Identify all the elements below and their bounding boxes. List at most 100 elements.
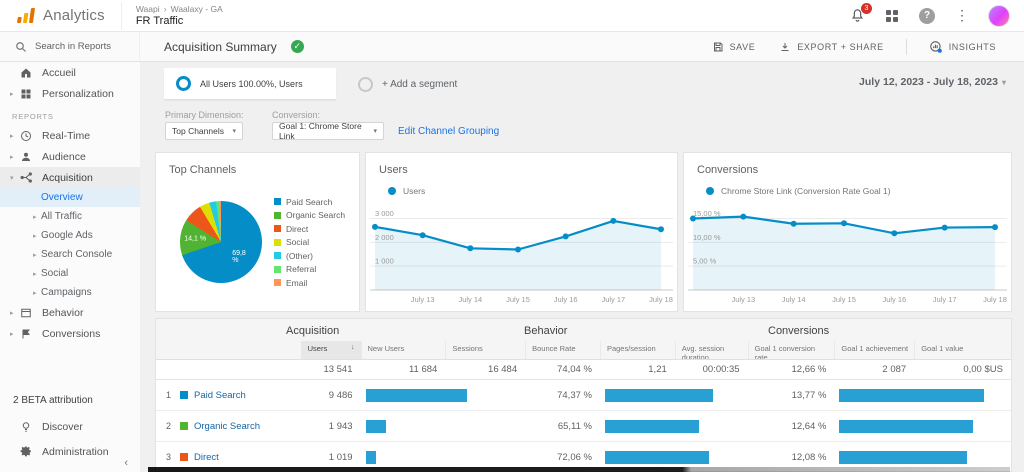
breadcrumb-property[interactable]: Waalaxy - GA bbox=[171, 4, 223, 14]
column-header-users[interactable]: Users ↓ bbox=[300, 341, 361, 359]
legend-item-organic-search[interactable]: Organic Search bbox=[274, 209, 345, 223]
view-name[interactable]: FR Traffic bbox=[136, 15, 223, 27]
breadcrumb[interactable]: Waapi › Waalaxy - GA FR Traffic bbox=[120, 1, 223, 30]
legend-item-paid-search[interactable]: Paid Search bbox=[274, 195, 345, 209]
legend-label: Direct bbox=[286, 223, 309, 234]
help-icon[interactable]: ? bbox=[918, 7, 936, 25]
add-segment-button[interactable]: + Add a segment bbox=[346, 68, 476, 100]
sidebar-item-overview[interactable]: Overview bbox=[0, 188, 140, 207]
column-header-pages-session[interactable]: Pages/session bbox=[599, 341, 675, 359]
goal-rate-bar bbox=[839, 419, 973, 433]
sidebar-item-search-console[interactable]: ▸ Search Console bbox=[0, 245, 140, 264]
insights-button[interactable]: INSIGHTS bbox=[921, 36, 1004, 58]
conversions-legend: Chrome Store Link (Conversion Rate Goal … bbox=[684, 176, 1011, 196]
svg-text:July 16: July 16 bbox=[882, 295, 906, 304]
table-row-organic-search: 2 Organic Search 1 943 65,11 % 12,64 % bbox=[156, 411, 1011, 442]
segment-all-users[interactable]: All Users 100.00%, Users bbox=[164, 68, 336, 100]
chevron-right-icon[interactable]: ▸ bbox=[33, 251, 41, 259]
channel-link[interactable]: Paid Search bbox=[194, 390, 246, 401]
chevron-right-icon[interactable]: ▸ bbox=[33, 289, 41, 297]
sidebar-item-label: Social bbox=[41, 268, 69, 279]
chevron-right-icon[interactable]: ▸ bbox=[10, 153, 19, 161]
segment-detail: 100.00%, Users bbox=[238, 78, 303, 89]
users-bar-track bbox=[361, 450, 526, 464]
users-bar bbox=[365, 388, 468, 402]
date-range-picker[interactable]: July 12, 2023 - July 18, 2023 ▾ bbox=[859, 76, 1006, 88]
column-header-new-users[interactable]: New Users bbox=[360, 341, 446, 359]
column-header-goal-1-value[interactable]: Goal 1 value bbox=[914, 341, 1011, 359]
channels-pie-chart[interactable]: 69,8 % 14,1 % bbox=[180, 201, 262, 283]
collapse-sidebar-icon[interactable]: ‹ bbox=[124, 457, 128, 469]
notifications-bell-icon[interactable]: 3 bbox=[848, 2, 872, 25]
beta-attribution-label[interactable]: 2 BETA attribution bbox=[0, 387, 140, 416]
column-header-bounce-rate[interactable]: Bounce Rate bbox=[525, 341, 600, 359]
sidebar-item-personalization[interactable]: ▸ Personalization bbox=[0, 83, 140, 104]
bounce-rate-value: 65,11 % bbox=[557, 420, 592, 432]
sidebar-item-administration[interactable]: Administration bbox=[0, 441, 140, 462]
channel-link[interactable]: Organic Search bbox=[194, 421, 260, 432]
column-header-sessions[interactable]: Sessions bbox=[445, 341, 525, 359]
legend-item-email[interactable]: Email bbox=[274, 276, 345, 290]
column-header-goal-1-conversion-rate[interactable]: Goal 1 conversion rate bbox=[747, 341, 835, 359]
goal-rate-bar-track bbox=[834, 450, 1011, 464]
more-options-icon[interactable]: ⋮ bbox=[953, 7, 971, 25]
sidebar-item-behavior[interactable]: ▸ Behavior bbox=[0, 302, 140, 323]
sidebar-item-label: Acquisition bbox=[42, 171, 93, 184]
search-placeholder: Search in Reports bbox=[35, 41, 112, 52]
sidebar-item-audience[interactable]: ▸ Audience bbox=[0, 146, 140, 167]
chevron-right-icon[interactable]: ▸ bbox=[10, 132, 19, 140]
chevron-right-icon[interactable]: ▸ bbox=[10, 90, 19, 98]
sidebar-item-acquisition[interactable]: ▾ Acquisition bbox=[0, 167, 140, 188]
column-header-avg-session-duration[interactable]: Avg. session duration bbox=[674, 341, 748, 359]
channel-link[interactable]: Direct bbox=[194, 452, 219, 463]
person-icon bbox=[19, 150, 33, 164]
legend-item-social[interactable]: Social bbox=[274, 236, 345, 250]
channels-table: Acquisition Behavior Conversions Users ↓ New… bbox=[155, 318, 1012, 472]
channel-label: 1 Paid Search bbox=[156, 390, 301, 401]
table-column-header: Users ↓ New Users Sessions Bounce Rate Pages/… bbox=[156, 341, 1011, 360]
total-sessions: 16 484 bbox=[488, 364, 518, 375]
primary-dimension-select[interactable]: Top Channels ▾ bbox=[165, 122, 243, 140]
insights-icon bbox=[929, 40, 942, 53]
report-toolbar: Search in Reports Acquisition Summary ✓ … bbox=[0, 32, 1024, 62]
column-header-goal-1-achievement[interactable]: Goal 1 achievement bbox=[834, 341, 914, 359]
caret-down-icon: ▾ bbox=[373, 128, 377, 135]
row-rank: 3 bbox=[166, 452, 172, 462]
sidebar-item-accueil[interactable]: Accueil bbox=[0, 62, 140, 83]
chevron-right-icon[interactable]: ▸ bbox=[33, 232, 41, 240]
sidebar-item-campaigns[interactable]: ▸ Campaigns bbox=[0, 283, 140, 302]
edit-channel-grouping-link[interactable]: Edit Channel Grouping bbox=[398, 126, 499, 137]
search-input[interactable]: Search in Reports bbox=[0, 32, 140, 61]
apps-grid-icon[interactable] bbox=[883, 7, 901, 25]
sidebar-item-real-time[interactable]: ▸ Real-Time bbox=[0, 125, 140, 146]
sidebar-item-label: Campaigns bbox=[41, 287, 92, 298]
legend-label: Social bbox=[286, 237, 310, 248]
sort-desc-icon: ↓ bbox=[351, 344, 355, 351]
sidebar-item-conversions[interactable]: ▸ Conversions bbox=[0, 323, 140, 344]
svg-text:July 15: July 15 bbox=[832, 295, 856, 304]
goal-rate-bar bbox=[839, 388, 985, 402]
chevron-down-icon[interactable]: ▾ bbox=[10, 174, 19, 182]
sidebar-item-google-ads[interactable]: ▸ Google Ads bbox=[0, 226, 140, 245]
chevron-right-icon[interactable]: ▸ bbox=[33, 213, 41, 221]
legend-item-direct[interactable]: Direct bbox=[274, 222, 345, 236]
sidebar-item-social[interactable]: ▸ Social bbox=[0, 264, 140, 283]
legend-item-other[interactable]: (Other) bbox=[274, 249, 345, 263]
breadcrumb-account[interactable]: Waapi bbox=[136, 4, 160, 14]
legend-item-referral[interactable]: Referral bbox=[274, 263, 345, 277]
chevron-right-icon[interactable]: ▸ bbox=[10, 330, 19, 338]
sidebar-item-discover[interactable]: Discover bbox=[0, 416, 140, 437]
left-nav: Accueil ▸ Personalization REPORTS ▸ Real-Time… bbox=[0, 62, 140, 472]
users-value: 1 943 bbox=[328, 420, 353, 432]
table-group-header: Acquisition Behavior Conversions bbox=[156, 319, 1011, 341]
breadcrumb-separator-icon: › bbox=[163, 4, 167, 14]
save-button[interactable]: SAVE bbox=[704, 37, 764, 57]
conversion-select[interactable]: Goal 1: Chrome Store Link ▾ bbox=[272, 121, 384, 141]
user-avatar[interactable] bbox=[988, 4, 1010, 27]
sidebar-item-all-traffic[interactable]: ▸ All Traffic bbox=[0, 207, 140, 226]
total-pages-session: 1,21 bbox=[648, 364, 667, 375]
add-segment-label: + Add a segment bbox=[382, 78, 458, 90]
chevron-right-icon[interactable]: ▸ bbox=[10, 309, 19, 317]
chevron-right-icon[interactable]: ▸ bbox=[33, 270, 41, 278]
export-share-button[interactable]: EXPORT + SHARE bbox=[771, 37, 891, 57]
